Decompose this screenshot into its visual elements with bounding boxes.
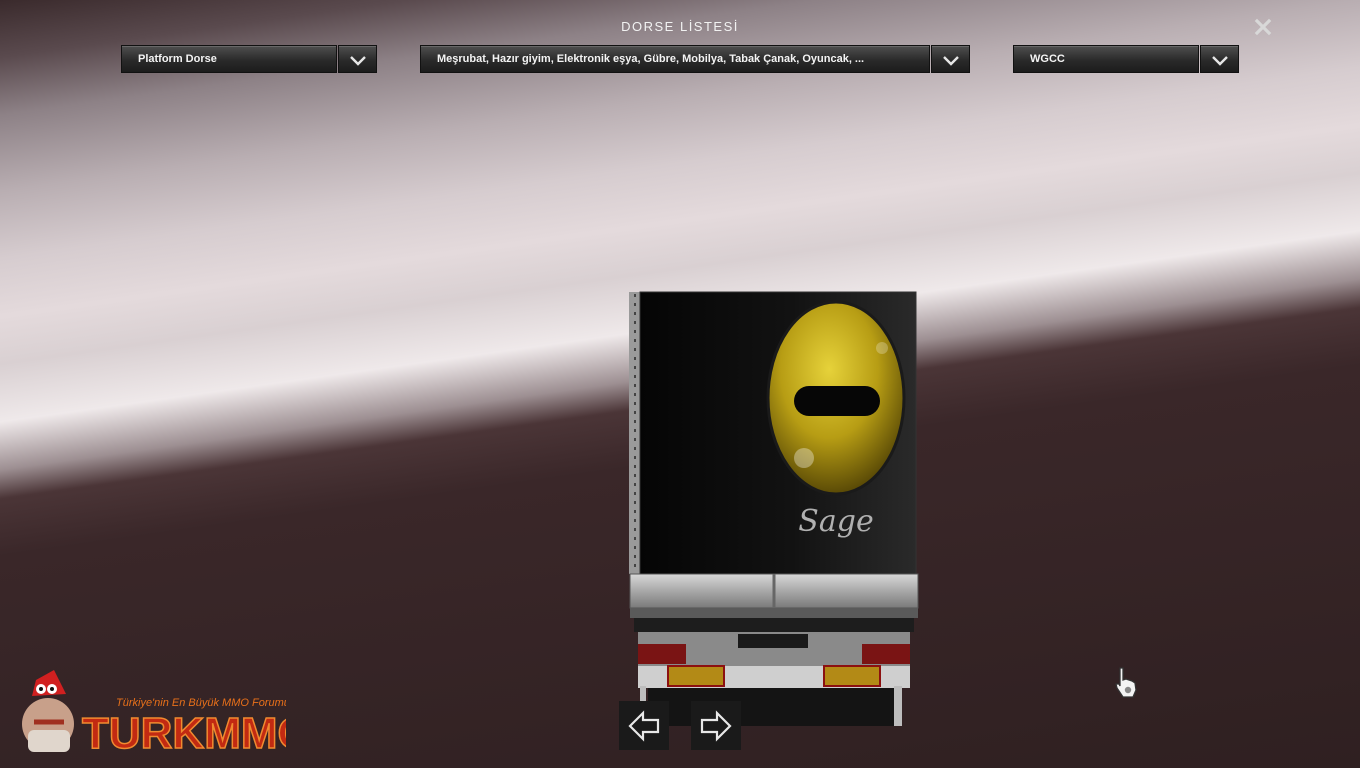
trailer-type-value[interactable]: Platform Dorse: [121, 45, 337, 73]
cargo-dropdown-button[interactable]: [931, 45, 970, 73]
trailer-preview: Sage: [629, 291, 919, 726]
chevron-down-icon: [1212, 56, 1228, 66]
cargo-value[interactable]: Meşrubat, Hazır giyim, Elektronik eşya, …: [420, 45, 930, 73]
turkmmo-logo: Türkiye'nin En Büyük MMO Forumu TURKMMO: [22, 670, 286, 756]
arrow-right-icon: [700, 710, 732, 742]
trailer-type-dropdown[interactable]: Platform Dorse: [121, 45, 377, 73]
company-dropdown-button[interactable]: [1200, 45, 1239, 73]
page-title: DORSE LİSTESİ: [621, 19, 739, 34]
chevron-down-icon: [350, 56, 366, 66]
chevron-down-icon: [943, 56, 959, 66]
cargo-dropdown[interactable]: Meşrubat, Hazır giyim, Elektronik eşya, …: [420, 45, 970, 73]
close-button[interactable]: [1252, 16, 1274, 38]
company-dropdown[interactable]: WGCC: [1013, 45, 1239, 73]
next-trailer-button[interactable]: [691, 701, 741, 750]
hand-cursor-icon: [1115, 667, 1137, 698]
prev-trailer-button[interactable]: [619, 701, 669, 750]
arrow-left-icon: [628, 710, 660, 742]
close-icon: [1254, 18, 1272, 36]
logo-tagline: Türkiye'nin En Büyük MMO Forumu: [116, 697, 286, 709]
game-screen: DORSE LİSTESİ Platform Dorse Meşrubat, H…: [0, 0, 1360, 768]
company-value[interactable]: WGCC: [1013, 45, 1199, 73]
logo-brand: TURKMMO: [82, 709, 286, 756]
trailer-signature: Sage: [798, 504, 873, 539]
trailer-type-dropdown-button[interactable]: [338, 45, 377, 73]
